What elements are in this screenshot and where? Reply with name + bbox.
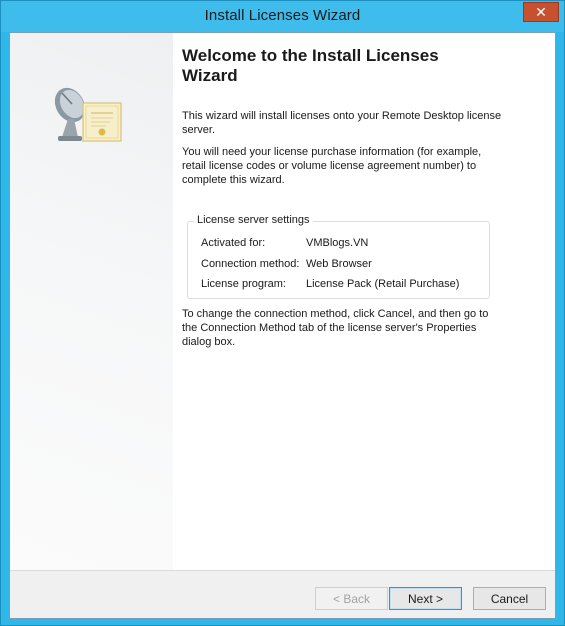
page-title: Welcome to the Install Licenses Wizard (182, 46, 439, 85)
wizard-client-area: Welcome to the Install Licenses Wizard T… (9, 32, 556, 619)
close-icon: ✕ (535, 4, 547, 20)
requirements-text: You will need your license purchase info… (182, 146, 482, 186)
next-button[interactable]: Next > (389, 587, 462, 610)
group-legend: License server settings (194, 214, 313, 226)
connection-method-label: Connection method: (201, 258, 300, 270)
license-server-certificate-icon (54, 87, 122, 142)
license-program-label: License program: (201, 278, 286, 290)
change-method-note: To change the connection method, click C… (182, 308, 489, 348)
close-button[interactable]: ✕ (523, 2, 559, 22)
license-server-settings-group: License server settings Activated for: V… (187, 214, 490, 299)
wizard-window: Install Licenses Wizard ✕ Welcome to the… (0, 0, 565, 626)
activated-for-value: VMBlogs.VN (306, 237, 369, 249)
connection-method-value: Web Browser (306, 258, 372, 270)
wizard-side-panel (10, 33, 173, 570)
wizard-footer: < Back Next > Cancel (10, 570, 555, 618)
title-bar[interactable]: Install Licenses Wizard ✕ (1, 1, 564, 32)
back-button[interactable]: < Back (315, 587, 388, 610)
window-title: Install Licenses Wizard (204, 7, 361, 24)
intro-text: This wizard will install licenses onto y… (182, 110, 502, 136)
cancel-button[interactable]: Cancel (473, 587, 546, 610)
activated-for-label: Activated for: (201, 237, 266, 249)
license-program-value: License Pack (Retail Purchase) (306, 278, 460, 290)
